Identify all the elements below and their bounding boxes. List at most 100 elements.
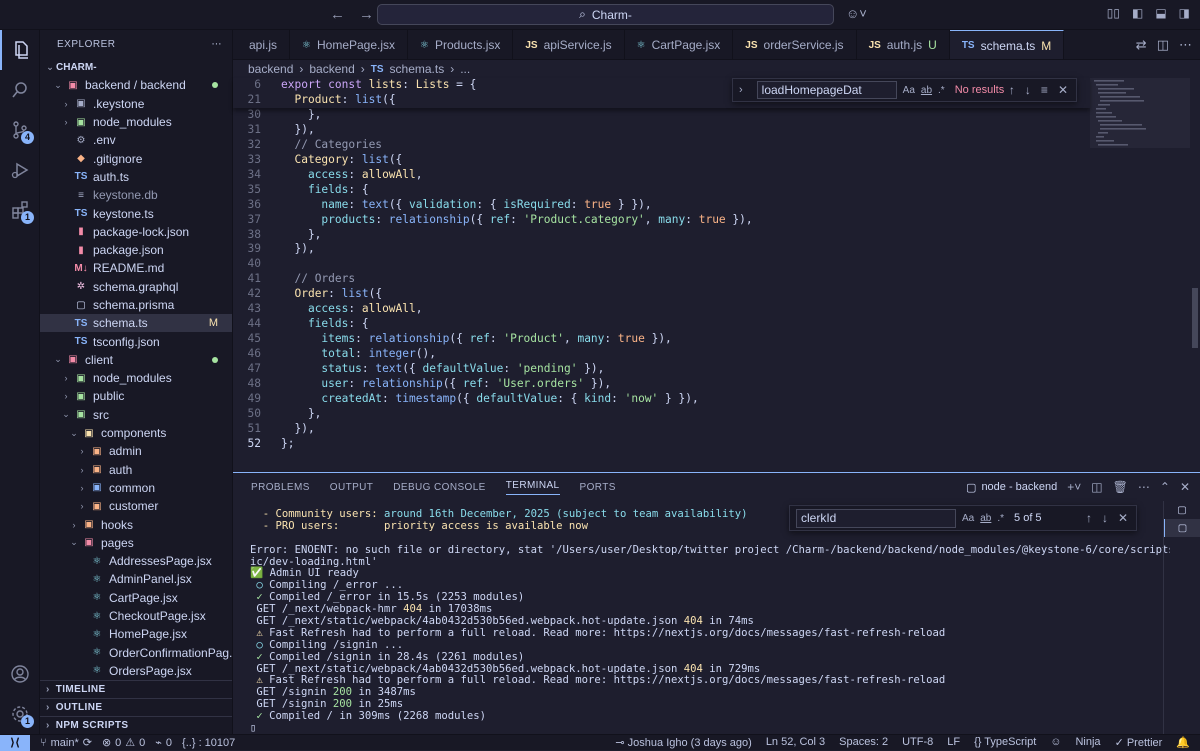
indentation[interactable]: Spaces: 2 — [839, 736, 888, 749]
copilot-icon[interactable]: ☺˅ — [846, 6, 867, 21]
tree-file[interactable]: ⚛ OrdersPage.jsx — [40, 662, 232, 680]
tree-folder[interactable]: › ▣ hooks — [40, 515, 232, 533]
tree-folder[interactable]: › ▣ node_modules — [40, 369, 232, 387]
tree-folder[interactable]: › ▣ common — [40, 479, 232, 497]
arrow-down-icon[interactable]: ↓ — [1102, 511, 1108, 525]
terminal-find-input[interactable]: clerkId — [796, 508, 956, 528]
more-actions-icon[interactable]: ⋯ — [1179, 37, 1192, 53]
cursor-position[interactable]: Ln 52, Col 3 — [766, 736, 825, 749]
match-case-toggle[interactable]: Aa — [903, 85, 915, 96]
split-editor-icon[interactable]: ◫ — [1157, 37, 1169, 53]
ninja-status[interactable]: Ninja — [1075, 736, 1100, 749]
encoding[interactable]: UTF-8 — [902, 736, 933, 749]
editor-scrollbar[interactable] — [1190, 78, 1200, 468]
back-arrow-icon[interactable]: ← — [330, 6, 345, 23]
arrow-down-icon[interactable]: ↓ — [1025, 83, 1031, 97]
compare-icon[interactable]: ⇄ — [1136, 37, 1147, 53]
terminal-item[interactable]: ▢ — [1164, 519, 1200, 537]
tree-file[interactable]: M↓ README.md — [40, 259, 232, 277]
tree-folder[interactable]: ⌄ ▣ src — [40, 406, 232, 424]
tree-file[interactable]: ▢ schema.prisma — [40, 296, 232, 314]
terminal-item[interactable]: ▢ — [1164, 501, 1200, 519]
source-control-icon[interactable]: 4 — [0, 110, 40, 150]
tree-file[interactable]: ⚙ .env — [40, 131, 232, 149]
account-icon[interactable] — [0, 654, 40, 694]
command-center-search[interactable]: ⌕ Charm- — [377, 4, 834, 25]
tree-file[interactable]: ⚛ AdminPanel.jsx — [40, 570, 232, 588]
more-actions-icon[interactable]: ⋯ — [212, 39, 223, 50]
sidebar-section-header[interactable]: › TIMELINE — [40, 680, 232, 698]
explorer-files-icon[interactable] — [0, 30, 40, 70]
tree-folder[interactable]: ⌄ ▣ backend / backend — [40, 76, 232, 94]
toggle-secondary-sidebar-icon[interactable]: ◨ — [1179, 6, 1190, 20]
forward-arrow-icon[interactable]: → — [359, 6, 374, 23]
run-debug-icon[interactable] — [0, 150, 40, 190]
tree-file[interactable]: ⚛ AddressesPage.jsx — [40, 552, 232, 570]
tree-file[interactable]: TS tsconfig.json — [40, 332, 232, 350]
tree-folder[interactable]: ⌄ ▣ client — [40, 351, 232, 369]
maximize-panel-icon[interactable]: ⌃ — [1160, 480, 1170, 494]
tree-folder[interactable]: › ▣ .keystone — [40, 95, 232, 113]
git-blame-status[interactable]: ⊸ Joshua Igho (3 days ago) — [615, 736, 751, 749]
extensions-icon[interactable]: 1 — [0, 190, 40, 230]
breadcrumb-segment[interactable]: backend — [248, 62, 293, 76]
editor-tab[interactable]: ⚛ HomePage.jsx — [290, 30, 409, 59]
tree-file[interactable]: ≡ keystone.db — [40, 186, 232, 204]
breadcrumb-segment[interactable]: backend — [309, 62, 354, 76]
tree-file[interactable]: ◆ .gitignore — [40, 149, 232, 167]
language-mode[interactable]: {} TypeScript — [974, 736, 1036, 749]
brace-status[interactable]: {..} : 10107 — [182, 737, 235, 749]
tree-file[interactable]: ⚛ CheckoutPage.jsx — [40, 607, 232, 625]
tree-folder[interactable]: › ▣ auth — [40, 461, 232, 479]
tree-folder[interactable]: › ▣ customer — [40, 497, 232, 515]
regex-toggle[interactable]: .* — [938, 85, 945, 96]
panel-tab[interactable]: TERMINAL — [505, 480, 560, 495]
panel-tab[interactable]: PORTS — [580, 482, 616, 493]
problems-status[interactable]: ⊗ 0 ⚠ 0 — [102, 736, 145, 750]
scrollbar-thumb[interactable] — [1192, 288, 1198, 348]
end-of-line[interactable]: LF — [947, 736, 960, 749]
editor-tab[interactable]: JS auth.js U — [857, 30, 950, 59]
tree-file[interactable]: ▮ package.json — [40, 241, 232, 259]
chevron-right-icon[interactable]: › — [739, 84, 743, 96]
whole-word-toggle[interactable]: ab — [980, 513, 991, 524]
whole-word-toggle[interactable]: ab — [921, 85, 932, 96]
editor-tab[interactable]: ⚛ CartPage.jsx — [625, 30, 734, 59]
close-icon[interactable]: ✕ — [1180, 480, 1190, 494]
editor-tab[interactable]: JS apiService.js — [513, 30, 625, 59]
panel-tab[interactable]: PROBLEMS — [251, 482, 310, 493]
toggle-panel-icon[interactable]: ⬓ — [1155, 6, 1166, 20]
sidebar-section-header[interactable]: › OUTLINE — [40, 698, 232, 716]
tree-file[interactable]: ⚛ OrderConfirmationPag... — [40, 644, 232, 662]
terminal-output[interactable]: - Community users: around 16th December,… — [250, 509, 1170, 735]
regex-toggle[interactable]: .* — [997, 513, 1004, 524]
find-input[interactable]: loadHomepageDat — [756, 81, 897, 99]
tree-folder[interactable]: ⌄ ▣ components — [40, 424, 232, 442]
layout-customize-icon[interactable]: ▯▯ — [1107, 6, 1120, 20]
terminal-selector[interactable]: ▢ node - backend — [966, 481, 1057, 494]
tree-file[interactable]: ⚛ HomePage.jsx — [40, 625, 232, 643]
sidebar-section-header[interactable]: › NPM SCRIPTS — [40, 716, 232, 734]
new-terminal-icon[interactable]: +˅ — [1067, 480, 1081, 494]
editor-tab[interactable]: api.js — [233, 30, 291, 59]
tree-file[interactable]: TS schema.ts M — [40, 314, 232, 333]
tree-folder[interactable]: › ▣ public — [40, 387, 232, 405]
tree-folder[interactable]: ⌄ ▣ pages — [40, 534, 232, 552]
panel-tab[interactable]: DEBUG CONSOLE — [393, 482, 485, 493]
toggle-sidebar-icon[interactable]: ◧ — [1132, 6, 1143, 20]
tree-file[interactable]: ⚛ CartPage.jsx — [40, 589, 232, 607]
trash-icon[interactable]: 🗑 — [1113, 480, 1128, 494]
editor-tab[interactable]: ⚛ Products.jsx — [408, 30, 514, 59]
editor-tab[interactable]: TS schema.ts M — [949, 30, 1065, 59]
ports-status[interactable]: ⌁ 0 — [155, 736, 172, 750]
close-icon[interactable]: ✕ — [1058, 83, 1068, 97]
panel-tab[interactable]: OUTPUT — [330, 482, 374, 493]
workspace-root[interactable]: ⌄ CHARM- — [40, 58, 232, 76]
manage-gear-icon[interactable]: 1 — [0, 694, 40, 734]
breadcrumb-more[interactable]: ... — [460, 62, 470, 76]
tree-folder[interactable]: › ▣ admin — [40, 442, 232, 460]
prettier-status[interactable]: ✓ Prettier — [1115, 736, 1163, 749]
find-in-selection-icon[interactable]: ≡ — [1041, 83, 1048, 97]
branch-status[interactable]: ⑂ main* ⟳ — [40, 736, 92, 750]
code-editor[interactable]: 30 }, 31 }), 32 // Categories 33 Category: … — [233, 78, 1090, 468]
